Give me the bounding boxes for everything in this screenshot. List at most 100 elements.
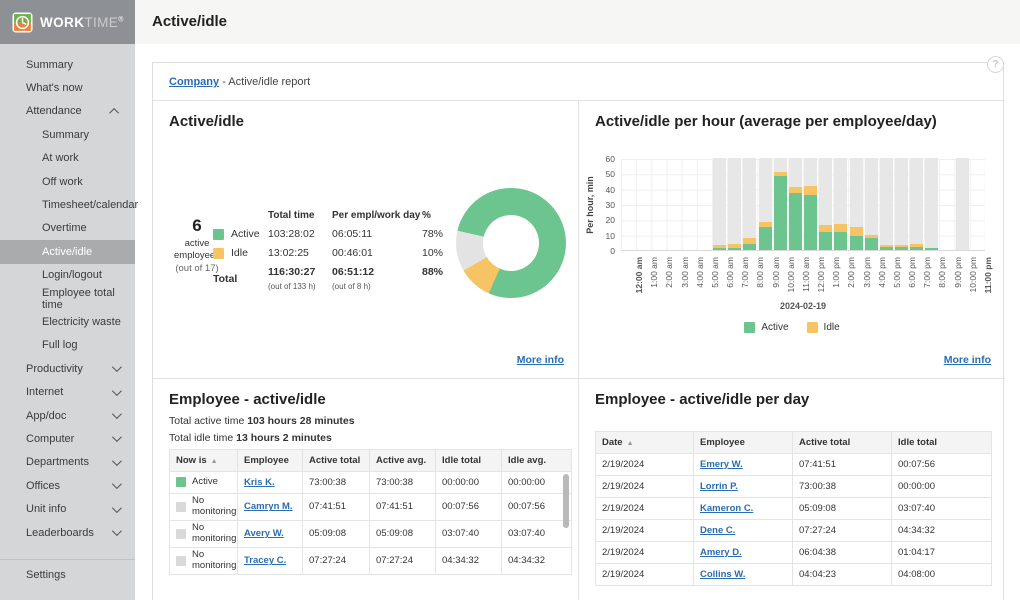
active-bar: [804, 195, 817, 250]
sidebar-item-label: Attendance: [26, 105, 82, 117]
sidebar-item-summary[interactable]: Summary: [0, 53, 135, 76]
active-swatch: [213, 229, 224, 240]
col-active-total[interactable]: Active total: [793, 432, 892, 454]
col-idle-avg[interactable]: Idle avg.: [502, 450, 572, 472]
sidebar-item-at-work[interactable]: At work: [0, 147, 135, 170]
app-root: WORKTIME® SummaryWhat's nowAttendanceSum…: [0, 0, 1020, 600]
employee-link[interactable]: Camryn M.: [244, 501, 293, 512]
sidebar-item-label: Computer: [26, 433, 74, 445]
sidebar-item-leaderboards[interactable]: Leaderboards: [0, 521, 135, 544]
sidebar-item-departments[interactable]: Departments: [0, 451, 135, 474]
sidebar-item-label: Full log: [42, 339, 77, 351]
x-tick-label: 10:00 pm: [968, 257, 978, 303]
table-row: 2/19/2024Emery W.07:41:5100:07:56: [596, 454, 992, 476]
sidebar-item-attendance[interactable]: Attendance: [0, 100, 135, 123]
sidebar-item-label: At work: [42, 152, 79, 164]
col-active-avg[interactable]: Active avg.: [370, 450, 436, 472]
help-icon[interactable]: ?: [987, 56, 1004, 73]
sidebar-item-full-log[interactable]: Full log: [0, 334, 135, 357]
chevron-down-icon: [112, 503, 122, 513]
employee-title: Employee - active/idle: [169, 391, 326, 408]
sidebar-nav: SummaryWhat's nowAttendanceSummaryAt wor…: [0, 44, 135, 544]
employee-link[interactable]: Kameron C.: [700, 503, 753, 514]
worktime-logo-text: WORKTIME®: [40, 15, 124, 30]
active-idle-stats-table: Total time Per empl/work day % Active 10…: [213, 206, 458, 296]
work-hour-highlight: [728, 158, 741, 250]
chevron-up-icon: [109, 108, 119, 118]
y-tick-label: 10: [585, 231, 615, 241]
sidebar-item-electricity-waste[interactable]: Electricity waste: [0, 310, 135, 333]
chevron-down-icon: [112, 362, 122, 372]
idle-bar: [743, 238, 756, 244]
sidebar-item-app-doc[interactable]: App/doc: [0, 404, 135, 427]
employee-link[interactable]: Lorrin P.: [700, 481, 738, 492]
col-idle-total[interactable]: Idle total: [892, 432, 992, 454]
x-tick-label: 7:00 am: [740, 257, 750, 303]
employee-link[interactable]: Kris K.: [244, 477, 275, 488]
sidebar-item-label: Employee total time: [42, 287, 135, 311]
employee-table-body: ActiveKris K.73:00:3873:00:3800:00:0000:…: [170, 472, 572, 575]
sidebar-item-login-logout[interactable]: Login/logout: [0, 264, 135, 287]
x-tick-label: 8:00 am: [755, 257, 765, 303]
employee-link[interactable]: Dene C.: [700, 525, 735, 536]
sidebar-item-off-work[interactable]: Off work: [0, 170, 135, 193]
more-info-link[interactable]: More info: [517, 354, 564, 366]
panel-employee: Employee - active/idle Total active time…: [153, 379, 579, 600]
table-row: ActiveKris K.73:00:3873:00:3800:00:0000:…: [170, 472, 572, 494]
sidebar-item-overtime[interactable]: Overtime: [0, 217, 135, 240]
active-bar: [819, 232, 832, 250]
x-tick-label: 6:00 am: [725, 257, 735, 303]
sidebar-item-unit-info[interactable]: Unit info: [0, 497, 135, 520]
sidebar-item-settings[interactable]: Settings: [0, 559, 135, 589]
company-link[interactable]: Company: [169, 76, 219, 88]
sidebar-item-offices[interactable]: Offices: [0, 474, 135, 497]
x-tick-label: 1:00 pm: [831, 257, 841, 303]
sidebar-item-computer[interactable]: Computer: [0, 427, 135, 450]
col-date[interactable]: Date▲: [596, 432, 694, 454]
employee-link[interactable]: Tracey C.: [244, 555, 286, 566]
col-now-is[interactable]: Now is▲: [170, 450, 238, 472]
sort-asc-icon: ▲: [211, 458, 218, 465]
active-bar: [713, 248, 726, 250]
worktime-logo-icon: [12, 12, 33, 33]
x-tick-label: 5:00 pm: [892, 257, 902, 303]
employee-table: Now is▲ Employee Active total Active avg…: [169, 449, 572, 575]
table-row: 2/19/2024Kameron C.05:09:0803:07:40: [596, 498, 992, 520]
idle-bar: [774, 172, 787, 177]
employee-link[interactable]: Avery W.: [244, 528, 284, 539]
col-idle-total[interactable]: Idle total: [436, 450, 502, 472]
chevron-down-icon: [112, 456, 122, 466]
y-tick-label: 20: [585, 215, 615, 225]
employee-link[interactable]: Collins W.: [700, 569, 745, 580]
active-bar: [925, 248, 938, 250]
sidebar-item-label: Overtime: [42, 222, 87, 234]
per-hour-title: Active/idle per hour (average per employ…: [595, 113, 937, 130]
sidebar: WORKTIME® SummaryWhat's nowAttendanceSum…: [0, 0, 135, 600]
idle-swatch: [213, 248, 224, 259]
more-info-link[interactable]: More info: [944, 354, 991, 366]
employee-link[interactable]: Amery D.: [700, 547, 742, 558]
work-hour-highlight: [910, 158, 923, 250]
x-tick-label: 4:00 am: [695, 257, 705, 303]
per-day-title: Employee - active/idle per day: [595, 391, 809, 408]
sidebar-item-employee-total-time[interactable]: Employee total time: [0, 287, 135, 310]
col-active-total[interactable]: Active total: [303, 450, 370, 472]
sidebar-item-internet[interactable]: Internet: [0, 380, 135, 403]
sidebar-item-label: Productivity: [26, 363, 83, 375]
sidebar-item-timesheet-calendar[interactable]: Timesheet/calendar: [0, 193, 135, 216]
x-tick-label: 1:00 am: [649, 257, 659, 303]
col-employee[interactable]: Employee: [238, 450, 303, 472]
sidebar-item-what-s-now[interactable]: What's now: [0, 76, 135, 99]
x-tick-label: 2:00 pm: [846, 257, 856, 303]
sidebar-item-summary[interactable]: Summary: [0, 123, 135, 146]
x-tick-label: 9:00 pm: [953, 257, 963, 303]
col-employee[interactable]: Employee: [694, 432, 793, 454]
report-card: Company - Active/idle report Active/idle…: [152, 62, 1004, 600]
chart-legend: Active Idle: [579, 322, 1005, 333]
table-row: 2/19/2024Amery D.06:04:3801:04:17: [596, 542, 992, 564]
table-scrollbar-thumb[interactable]: [563, 474, 569, 528]
chevron-down-icon: [112, 433, 122, 443]
employee-link[interactable]: Emery W.: [700, 459, 743, 470]
sidebar-item-productivity[interactable]: Productivity: [0, 357, 135, 380]
sidebar-item-active-idle[interactable]: Active/idle: [0, 240, 135, 263]
